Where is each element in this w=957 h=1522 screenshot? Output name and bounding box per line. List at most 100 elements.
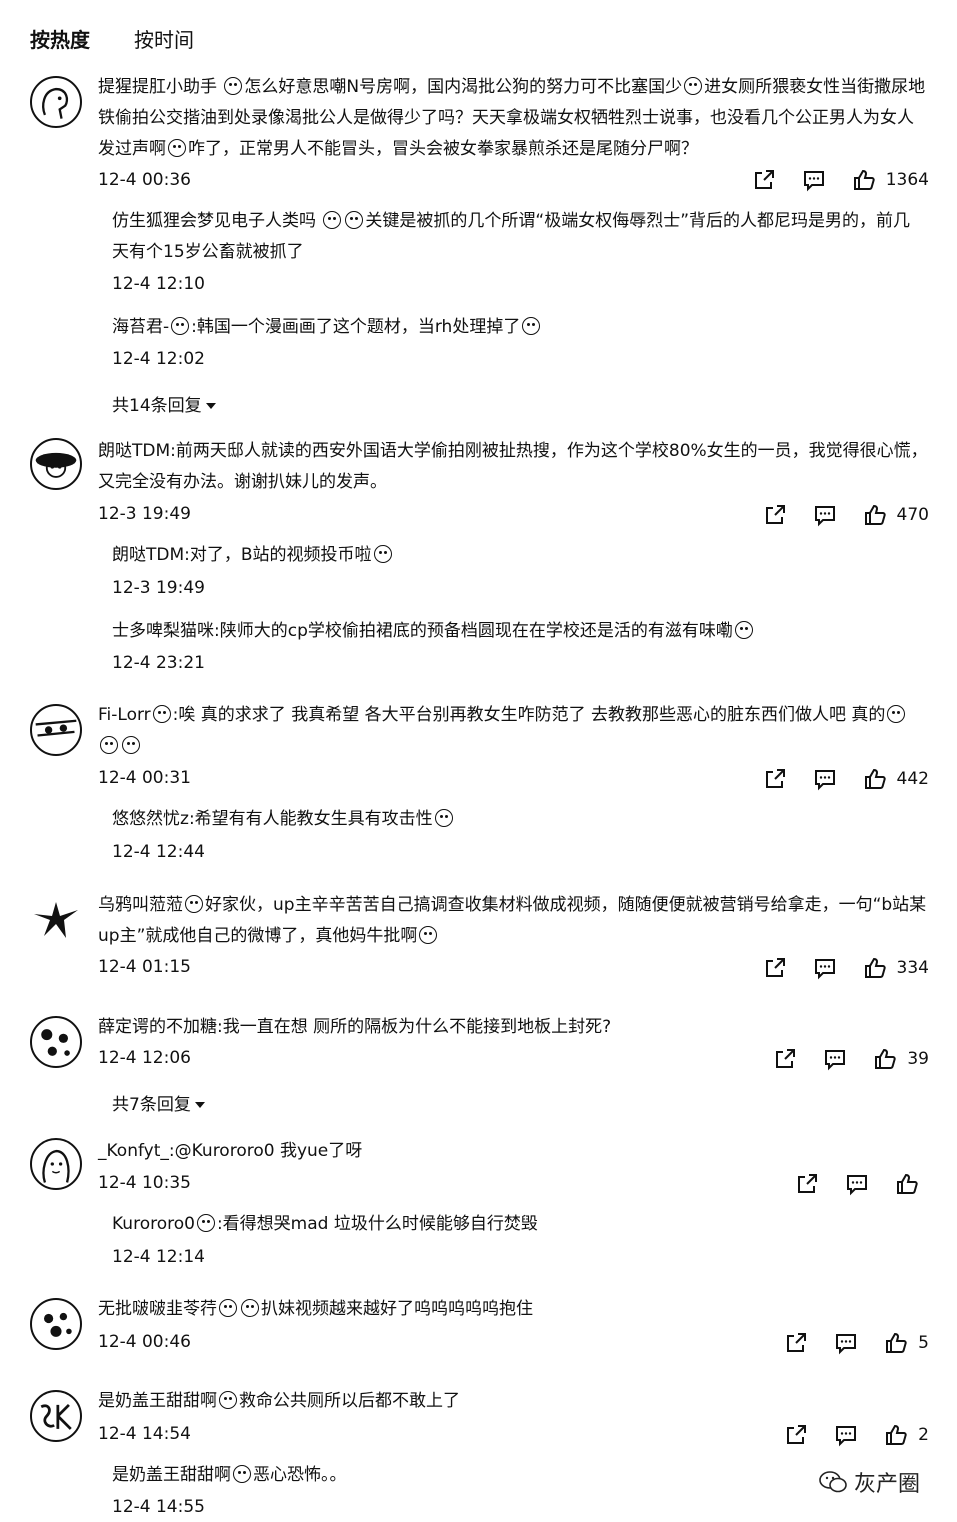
emoji-icon xyxy=(434,809,453,827)
share-icon xyxy=(765,958,785,977)
reply-icon xyxy=(836,1334,857,1355)
sort-tabs: 按热度 按时间 xyxy=(30,24,194,53)
emoji-icon xyxy=(100,736,118,754)
share-icon xyxy=(776,1049,796,1068)
username[interactable]: _Konfyt_ xyxy=(98,1141,169,1161)
username[interactable]: 薛定谔的不加糖 xyxy=(98,1017,217,1037)
tab-hot[interactable]: 按热度 xyxy=(30,24,90,53)
share-button[interactable] xyxy=(784,1423,808,1447)
like-button[interactable]: 470 xyxy=(863,503,929,527)
share-icon xyxy=(798,1174,817,1193)
avatar[interactable] xyxy=(30,438,82,490)
reply-username[interactable]: 朗哒TDM xyxy=(112,545,184,565)
share-button[interactable] xyxy=(784,1331,808,1355)
avatar[interactable] xyxy=(30,894,82,946)
reply-time: 12-4 23:21 xyxy=(112,653,205,673)
share-button[interactable] xyxy=(795,1172,819,1196)
reply-item: 海苔君-:韩国一个漫画画了这个题材，当rh处理掉了 xyxy=(112,312,927,343)
reply-button[interactable] xyxy=(802,168,826,192)
avatar[interactable] xyxy=(30,1390,82,1442)
emoji-icon xyxy=(373,545,392,563)
share-button[interactable] xyxy=(763,503,787,527)
share-button[interactable] xyxy=(773,1047,797,1071)
reply-username[interactable]: 悠悠然忧z xyxy=(112,809,189,829)
reply-button[interactable] xyxy=(845,1172,869,1196)
reply-button[interactable] xyxy=(823,1047,847,1071)
avatar[interactable] xyxy=(30,704,82,756)
more-replies-button[interactable]: 共14条回复 xyxy=(112,391,216,416)
reply-item: 士多啤梨猫咪:陕师大的cp学校偷拍裙底的预备档圆现在在学校还是活的有滋有味嘞 xyxy=(112,616,927,647)
like-button[interactable]: 5 xyxy=(884,1331,929,1355)
emoji-icon xyxy=(219,1299,237,1317)
share-icon xyxy=(765,505,785,524)
more-replies-button[interactable]: 共7条回复 xyxy=(112,1090,205,1115)
like-button[interactable]: 442 xyxy=(863,767,929,791)
share-icon xyxy=(787,1333,807,1352)
reply-item: 仿生狐狸会梦见电子人类吗 关键是被抓的几个所谓“极端女权侮辱烈士”背后的人都尼玛… xyxy=(112,211,911,262)
caret-down-icon xyxy=(194,1102,205,1108)
username[interactable]: 提猩提肛小助手 xyxy=(98,77,217,97)
like-count: 39 xyxy=(907,1049,929,1069)
like-button[interactable]: 39 xyxy=(873,1047,929,1071)
tab-time[interactable]: 按时间 xyxy=(134,24,194,53)
share-button[interactable] xyxy=(763,956,787,980)
username[interactable]: 乌鸦叫蒞蒞 xyxy=(98,895,183,915)
emoji-icon xyxy=(887,705,906,723)
reply-button[interactable] xyxy=(834,1331,858,1355)
emoji-icon xyxy=(419,926,438,944)
emoji-icon xyxy=(224,77,243,95)
share-icon xyxy=(787,1425,807,1444)
reply-username[interactable]: 仿生狐狸会梦见电子人类吗 xyxy=(112,211,316,231)
avatar[interactable] xyxy=(30,1298,82,1350)
emoji-icon xyxy=(168,139,186,157)
avatar[interactable] xyxy=(30,1138,82,1190)
reply-button[interactable] xyxy=(813,956,837,980)
comment-text: 薛定谔的不加糖:我一直在想 厕所的隔板为什么不能接到地板上封死? xyxy=(98,1017,612,1037)
comment-time: 12-4 12:06 xyxy=(98,1048,191,1068)
comment-time: 12-4 10:35 xyxy=(98,1173,191,1193)
emoji-icon xyxy=(185,895,203,913)
reply-username[interactable]: Kurororo0 xyxy=(112,1214,195,1234)
comment-actions: 2 xyxy=(784,1423,929,1447)
reply-icon xyxy=(847,1175,867,1196)
emoji-icon xyxy=(522,317,541,335)
wechat-icon xyxy=(819,1471,847,1493)
comment-text: _Konfyt_:@Kurororo0 我yue了呀 xyxy=(98,1141,363,1161)
like-icon xyxy=(853,169,875,190)
username[interactable]: 无批啵啵韭苓荇 xyxy=(98,1299,217,1319)
comment-text: 朗哒TDM:前两天邸人就读的西安外国语大学偷拍刚被扯热搜，作为这个学校80%女生… xyxy=(98,441,928,492)
share-button[interactable] xyxy=(752,168,776,192)
reply-username[interactable]: 士多啤梨猫咪 xyxy=(112,621,214,641)
reply-item: 是奶盖王甜甜啊 恶心恐怖。。 xyxy=(112,1465,347,1485)
like-icon xyxy=(886,1424,907,1445)
watermark-text: 灰产圈 xyxy=(854,1472,921,1497)
username[interactable]: 是奶盖王甜甜啊 xyxy=(98,1391,217,1411)
emoji-icon xyxy=(219,1391,237,1409)
share-button[interactable] xyxy=(763,767,787,791)
avatar[interactable] xyxy=(30,1016,82,1068)
reply-button[interactable] xyxy=(834,1423,858,1447)
like-icon xyxy=(864,768,886,789)
like-button[interactable]: 334 xyxy=(863,956,929,980)
reply-time: 12-4 12:44 xyxy=(112,842,205,862)
comment-time: 12-4 00:46 xyxy=(98,1332,191,1352)
avatar[interactable] xyxy=(30,76,82,128)
comment-actions: 1364 xyxy=(752,168,929,192)
like-icon xyxy=(864,504,886,525)
like-button[interactable]: 2 xyxy=(884,1423,929,1447)
like-count: 1364 xyxy=(885,170,929,190)
reply-time: 12-4 12:02 xyxy=(112,349,205,369)
reply-button[interactable] xyxy=(813,503,837,527)
like-button[interactable]: 1364 xyxy=(852,168,929,192)
like-button[interactable] xyxy=(895,1172,929,1196)
reply-time: 12-4 12:10 xyxy=(112,274,205,294)
username[interactable]: Fi-Lorr xyxy=(98,705,151,725)
reply-icon xyxy=(803,171,824,192)
emoji-icon xyxy=(345,211,364,229)
reply-button[interactable] xyxy=(813,767,837,791)
like-count: 442 xyxy=(896,769,929,789)
reply-username[interactable]: 是奶盖王甜甜啊 xyxy=(112,1465,231,1485)
reply-username[interactable]: 海苔君- xyxy=(112,317,169,337)
username[interactable]: 朗哒TDM xyxy=(98,441,170,461)
comment-text: 是奶盖王甜甜啊 救命公共厕所以后都不敢上了 xyxy=(98,1391,460,1411)
